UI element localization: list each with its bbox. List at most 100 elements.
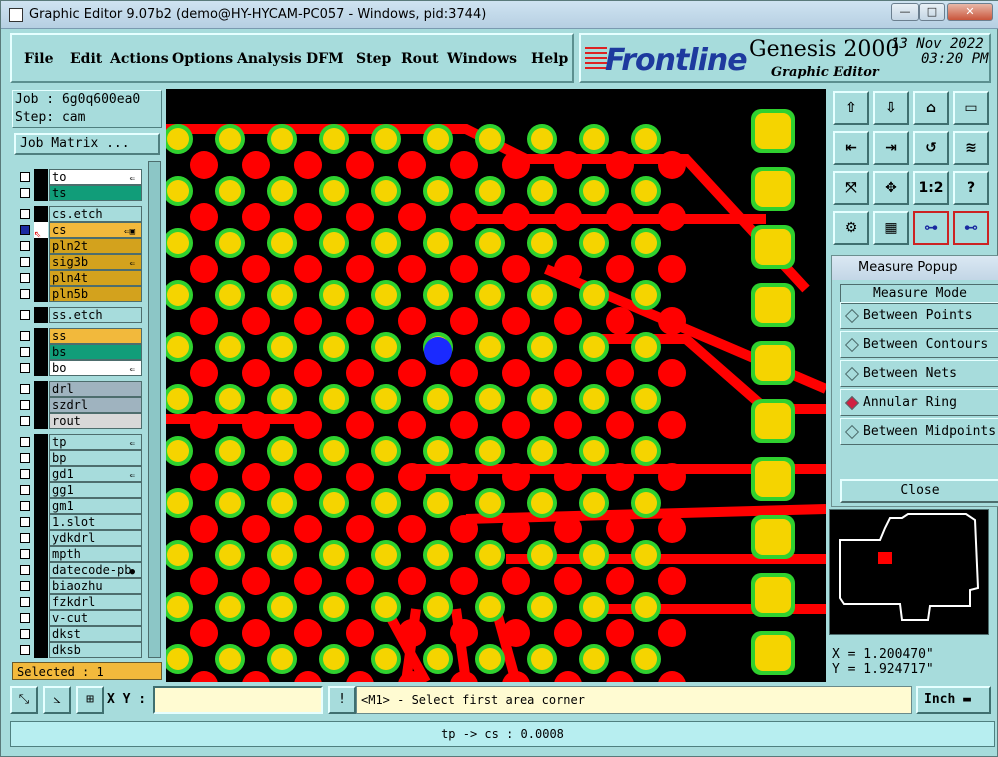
layer-row-drl[interactable]: drl	[12, 381, 147, 397]
layer-affected-icon[interactable]	[34, 381, 48, 397]
layer-row-fzkdrl[interactable]: fzkdrl	[12, 594, 147, 610]
layer-affected-icon[interactable]	[34, 238, 48, 254]
layer-checkbox[interactable]	[20, 209, 30, 219]
layer-name[interactable]: v-cut	[49, 610, 142, 626]
alert-icon[interactable]: !	[328, 686, 356, 714]
layer-affected-icon[interactable]	[34, 254, 48, 270]
layer-name[interactable]: cs.etch	[49, 206, 142, 222]
help-icon[interactable]: ?	[953, 171, 989, 205]
board-overview-map[interactable]	[829, 509, 989, 635]
layer-row-biaozhu[interactable]: biaozhu	[12, 578, 147, 594]
layer-row-dkst[interactable]: dkst	[12, 626, 147, 642]
layer-name[interactable]: fzkdrl	[49, 594, 142, 610]
layer-name[interactable]: cs ⇐▣	[49, 222, 142, 238]
measure-option-between-contours[interactable]: Between Contours	[840, 331, 998, 358]
layer-name[interactable]: bp	[49, 450, 142, 466]
layer-checkbox[interactable]	[20, 437, 30, 447]
layer-name[interactable]: bo ⇐	[49, 360, 142, 376]
layer-checkbox[interactable]	[20, 400, 30, 410]
layer-affected-icon[interactable]	[34, 169, 48, 185]
layer-checkbox[interactable]	[20, 533, 30, 543]
units-dropdown[interactable]: Inch ▬	[916, 686, 991, 714]
menu-options[interactable]: Options	[172, 51, 233, 67]
layer-row-pln4t[interactable]: pln4t	[12, 270, 147, 286]
grid-icon[interactable]: ▦	[873, 211, 909, 245]
layer-checkbox[interactable]	[20, 485, 30, 495]
measure-option-between-points[interactable]: Between Points	[840, 302, 998, 329]
graphics-canvas[interactable]	[166, 89, 826, 682]
zoom-window-icon[interactable]: ▭	[953, 91, 989, 125]
layer-checkbox[interactable]	[20, 501, 30, 511]
menu-help[interactable]: Help	[531, 51, 568, 67]
layer-affected-icon[interactable]	[34, 514, 48, 530]
layer-checkbox[interactable]	[20, 188, 30, 198]
layer-checkbox[interactable]	[20, 469, 30, 479]
xy-input[interactable]	[153, 686, 323, 714]
maximize-button[interactable]: □	[919, 3, 945, 21]
layer-affected-icon[interactable]	[34, 530, 48, 546]
redraw-icon[interactable]: ≋	[953, 131, 989, 165]
prev-icon[interactable]: ⇤	[833, 131, 869, 165]
measure-close-button[interactable]: Close	[840, 479, 998, 503]
settings-icon[interactable]: ⚙	[833, 211, 869, 245]
layer-row-tp[interactable]: tp ⇐	[12, 434, 147, 450]
layer-row-dksb[interactable]: dksb	[12, 642, 147, 658]
layer-name[interactable]: ydkdrl	[49, 530, 142, 546]
menu-step[interactable]: Step	[356, 51, 391, 67]
layer-checkbox[interactable]	[20, 613, 30, 623]
zoom-fit-icon[interactable]: ⤧	[833, 171, 869, 205]
net-icon[interactable]: ⊶	[913, 211, 949, 245]
menu-file[interactable]: File	[24, 51, 53, 67]
measure-option-annular-ring[interactable]: Annular Ring	[840, 389, 998, 416]
layer-affected-icon[interactable]	[34, 578, 48, 594]
layer-checkbox[interactable]	[20, 363, 30, 373]
layer-affected-icon[interactable]	[34, 286, 48, 302]
measure-option-between-midpoints[interactable]: Between Midpoints	[840, 418, 998, 445]
layer-checkbox[interactable]	[20, 310, 30, 320]
layer-name[interactable]: dksb	[49, 642, 142, 658]
layer-checkbox[interactable]	[20, 416, 30, 426]
layer-checkbox[interactable]	[20, 597, 30, 607]
layer-affected-icon[interactable]	[34, 413, 48, 429]
home-icon[interactable]: ⌂	[913, 91, 949, 125]
layer-affected-icon[interactable]	[34, 328, 48, 344]
layer-checkbox[interactable]	[20, 172, 30, 182]
layer-name[interactable]: ss.etch	[49, 307, 142, 323]
layer-row-gd1[interactable]: gd1 ⇐	[12, 466, 147, 482]
layer-row-bo[interactable]: bo ⇐	[12, 360, 147, 376]
zoom-ratio-icon[interactable]: 1:2	[913, 171, 949, 205]
layer-affected-icon[interactable]	[34, 626, 48, 642]
layer-row-ss.etch[interactable]: ss.etch	[12, 307, 147, 323]
layer-name[interactable]: pln2t	[49, 238, 142, 254]
layer-affected-icon[interactable]	[34, 594, 48, 610]
layer-affected-icon[interactable]	[34, 482, 48, 498]
layer-row-szdrl[interactable]: szdrl	[12, 397, 147, 413]
layer-affected-icon[interactable]	[34, 562, 48, 578]
layer-checkbox[interactable]	[20, 347, 30, 357]
layer-affected-icon[interactable]	[34, 270, 48, 286]
layer-name[interactable]: pln4t	[49, 270, 142, 286]
layer-checkbox[interactable]	[20, 549, 30, 559]
minimize-button[interactable]: —	[891, 3, 919, 21]
layer-name[interactable]: drl	[49, 381, 142, 397]
layer-checkbox[interactable]	[20, 629, 30, 639]
measure-icon[interactable]: ⊷	[953, 211, 989, 245]
layer-affected-icon[interactable]	[34, 344, 48, 360]
menu-windows[interactable]: Windows	[447, 51, 517, 67]
layer-affected-icon[interactable]: ⇖	[34, 222, 48, 240]
layer-name[interactable]: gm1	[49, 498, 142, 514]
title-bar[interactable]: Graphic Editor 9.07b2 (demo@HY-HYCAM-PC0…	[1, 1, 998, 29]
layer-name[interactable]: datecode-pb ●	[49, 562, 142, 578]
layer-row-1.slot[interactable]: 1.slot	[12, 514, 147, 530]
layer-name[interactable]: gd1 ⇐	[49, 466, 142, 482]
layer-row-ss[interactable]: ss	[12, 328, 147, 344]
layer-checkbox[interactable]	[20, 517, 30, 527]
layer-checkbox[interactable]	[20, 565, 30, 575]
layer-checkbox[interactable]	[20, 257, 30, 267]
menu-dfm[interactable]: DFM	[306, 51, 344, 67]
layer-checkbox[interactable]	[20, 273, 30, 283]
layer-row-gg1[interactable]: gg1	[12, 482, 147, 498]
layer-row-to[interactable]: to ⇐	[12, 169, 147, 185]
layer-row-rout[interactable]: rout	[12, 413, 147, 429]
layer-row-ydkdrl[interactable]: ydkdrl	[12, 530, 147, 546]
